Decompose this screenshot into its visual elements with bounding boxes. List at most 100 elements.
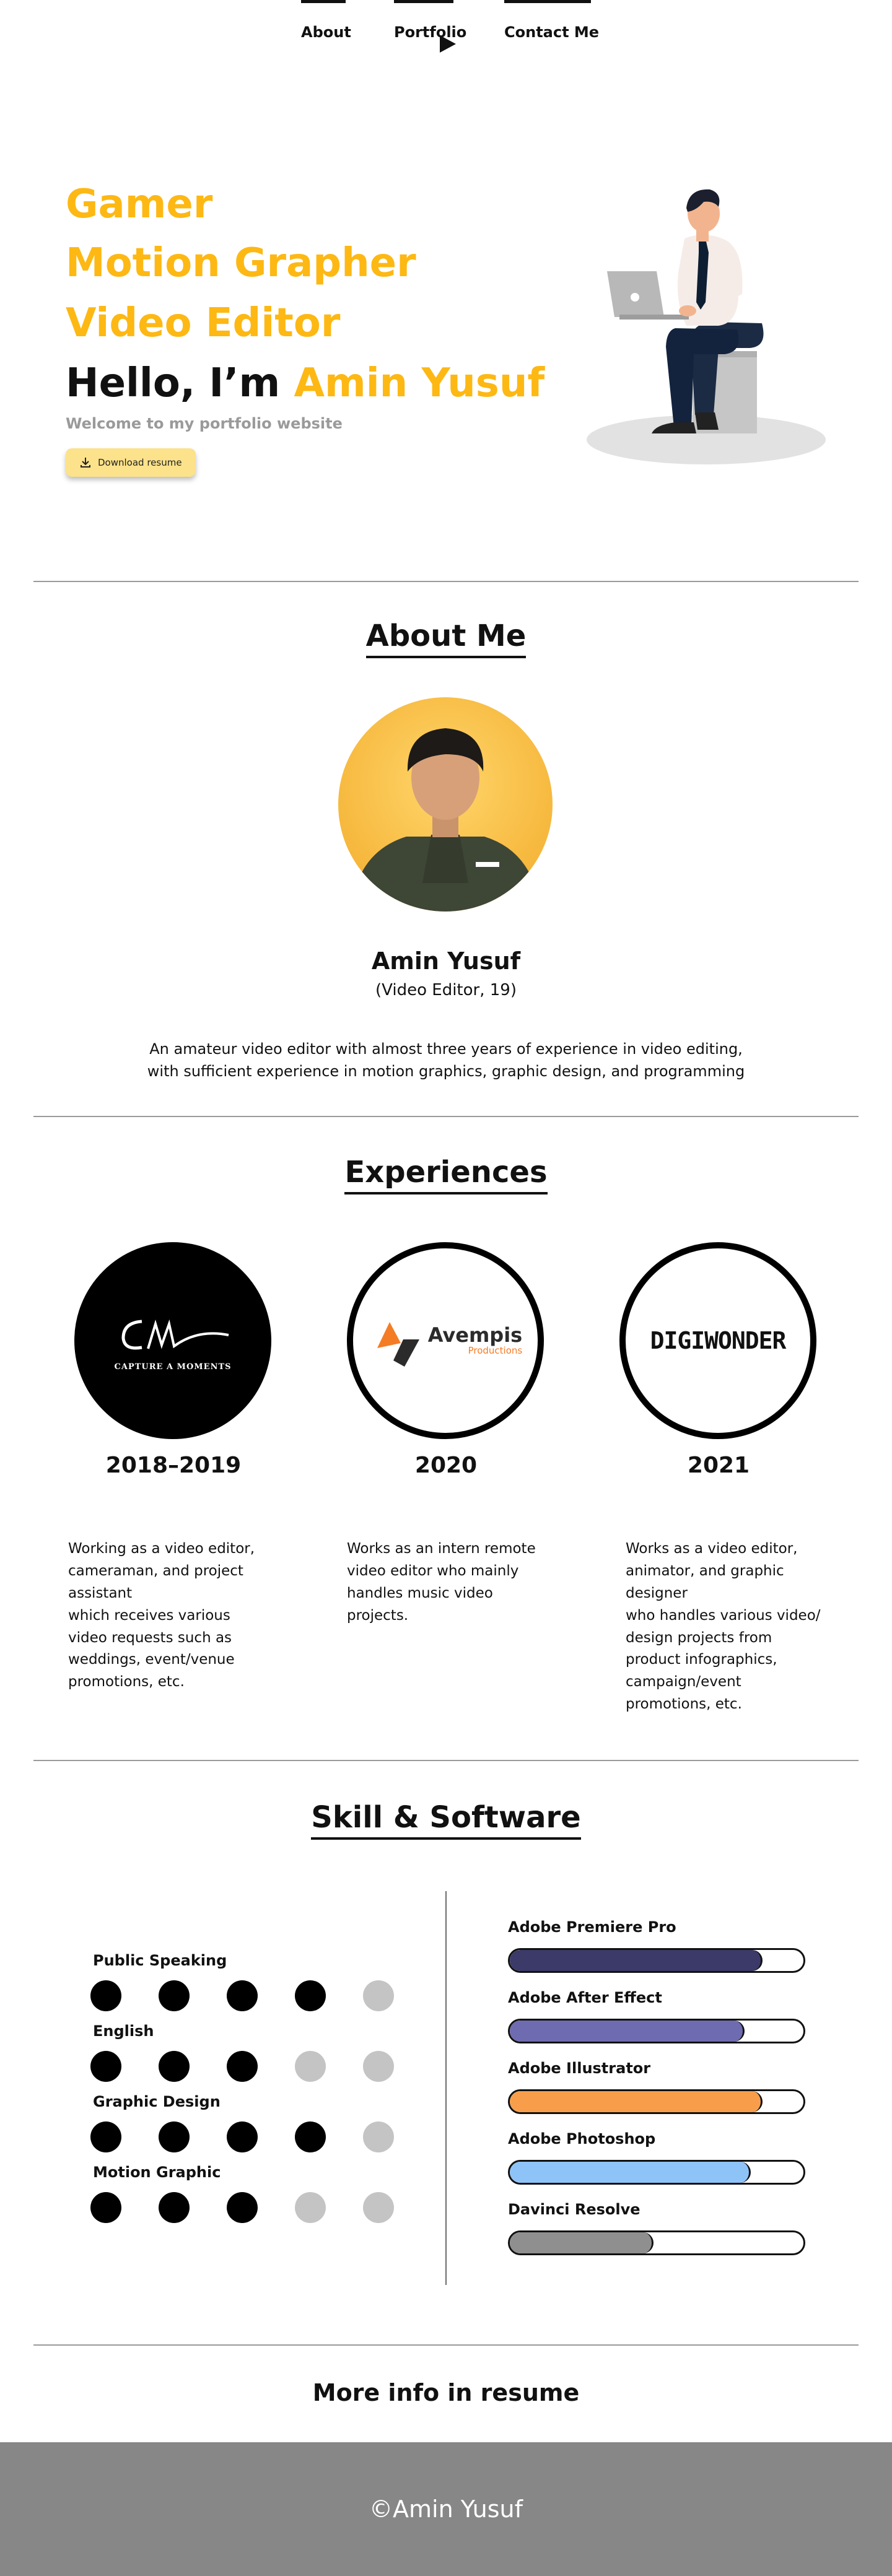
software-label: Davinci Resolve <box>508 2201 641 2218</box>
exp-desc-line: assistant <box>68 1585 133 1601</box>
rating-dot-filled <box>90 2192 121 2223</box>
download-resume-label: Download resume <box>98 457 182 468</box>
rating-dot-filled <box>227 1980 258 2011</box>
section-divider <box>33 581 859 582</box>
play-cursor-icon <box>440 35 456 53</box>
exp-desc-line: Working as a video editor, <box>68 1541 255 1557</box>
profile-photo <box>338 697 553 912</box>
rating-dot-filled <box>159 2192 190 2223</box>
exp-desc-line: promotions, etc. <box>626 1696 742 1713</box>
capture-logo-text: CAPTURE A MOMENTS <box>114 1362 232 1372</box>
rating-dot-empty <box>363 1980 394 2011</box>
experiences-title-text: Experiences <box>344 1155 548 1195</box>
top-nav: About Portfolio Contact Me <box>0 0 892 56</box>
rating-dot-filled <box>90 2121 121 2152</box>
hero-name: Amin Yusuf <box>294 360 545 406</box>
avempis-logo: Avempis Productions <box>347 1242 544 1439</box>
exp-desc-line: animator, and graphic <box>626 1562 784 1579</box>
section-divider <box>33 1116 859 1117</box>
rating-dot-empty <box>363 2121 394 2152</box>
avempis-logo-content: Avempis Productions <box>369 1311 522 1370</box>
section-divider <box>33 2344 859 2346</box>
footer-copyright: ©Amin Yusuf <box>369 2496 523 2523</box>
rating-dot-filled <box>159 1980 190 2011</box>
software-progress-fill <box>510 2232 654 2253</box>
hero-role-video: Video Editor <box>66 300 341 346</box>
capture-logo-content: CAPTURE A MOMENTS <box>105 1310 241 1372</box>
rating-dot-filled <box>159 2051 190 2082</box>
skills-title-text: Skill & Software <box>311 1800 581 1840</box>
nav-contact-label: Contact Me <box>504 24 600 41</box>
hero-role-gamer: Gamer <box>66 181 213 227</box>
software-label: Adobe Illustrator <box>508 2060 651 2077</box>
software-progress-fill <box>510 1950 763 1971</box>
experience-year: 2018–2019 <box>105 1453 242 1478</box>
software-progress-fill <box>510 2162 751 2183</box>
rating-dot-empty <box>363 2051 394 2082</box>
software-progress-bar <box>508 2230 805 2255</box>
nav-indicator <box>301 0 346 3</box>
exp-desc-line: weddings, event/venue <box>68 1651 235 1668</box>
cm-signature-icon <box>121 1319 229 1349</box>
avempis-mark-icon <box>377 1322 419 1367</box>
exp-desc-line: video requests such as <box>68 1629 232 1646</box>
exp-desc-line: which receives various <box>68 1607 230 1624</box>
software-label: Adobe Photoshop <box>508 2130 656 2147</box>
skill-rating <box>90 2051 394 2082</box>
rating-dot-filled <box>227 2121 258 2152</box>
nav-indicator <box>394 0 453 3</box>
exp-desc-line: who handles various video/ <box>626 1607 821 1624</box>
avempis-logo-text-group: Avempis Productions <box>428 1325 522 1356</box>
capture-a-moments-logo: CAPTURE A MOMENTS <box>74 1242 271 1439</box>
skill-label: Motion Graphic <box>93 2164 221 2181</box>
about-title-text: About Me <box>365 619 527 659</box>
rating-dot-empty <box>295 2192 326 2223</box>
hero-role-motion: Motion Grapher <box>66 240 416 286</box>
skill-rating <box>90 1980 394 2011</box>
exp-desc-line: campaign/event <box>626 1674 741 1690</box>
more-info-text: More info in resume <box>312 2379 580 2406</box>
download-resume-button[interactable]: Download resume <box>66 448 196 477</box>
experiences-title: Experiences <box>0 1155 892 1195</box>
rating-dot-filled <box>227 2192 258 2223</box>
nav-about[interactable]: About <box>301 0 351 43</box>
skills-divider <box>445 1891 447 2285</box>
skills-title: Skill & Software <box>0 1800 892 1840</box>
about-desc-line: An amateur video editor with almost thre… <box>149 1040 743 1058</box>
rating-dot-empty <box>295 2051 326 2082</box>
digiwonder-logo: DIGIWONDER <box>619 1242 816 1439</box>
download-icon <box>81 458 90 468</box>
experience-year: 2021 <box>687 1453 750 1478</box>
skill-label: English <box>93 2022 154 2040</box>
skill-label: Public Speaking <box>93 1952 227 1969</box>
rating-dot-filled <box>159 2121 190 2152</box>
nav-contact[interactable]: Contact Me <box>504 0 600 43</box>
experience-description: Works as an intern remote video editor w… <box>347 1538 558 1627</box>
exp-desc-line: projects. <box>347 1607 409 1624</box>
skill-rating <box>90 2121 394 2152</box>
exp-desc-line: designer <box>626 1585 688 1601</box>
exp-desc-line: Works as a video editor, <box>626 1541 798 1557</box>
skill-label: Graphic Design <box>93 2093 221 2110</box>
about-desc-line: with sufficient experience in motion gra… <box>147 1063 745 1080</box>
software-progress-bar <box>508 2160 805 2185</box>
exp-desc-line: promotions, etc. <box>68 1674 185 1690</box>
about-subtitle: (Video Editor, 19) <box>375 981 517 999</box>
hero-greeting-text: Hello, I’m <box>66 360 294 406</box>
man-with-laptop-illustration <box>587 189 826 464</box>
exp-desc-line: design projects from <box>626 1629 772 1646</box>
nav-about-label: About <box>301 24 351 41</box>
nav-indicator <box>504 0 591 3</box>
hero-welcome: Welcome to my portfolio website <box>66 415 343 432</box>
software-label: Adobe Premiere Pro <box>508 1918 676 1936</box>
about-name: Amin Yusuf <box>371 947 521 975</box>
digiwonder-logo-text: DIGIWONDER <box>650 1327 787 1354</box>
exp-desc-line: handles music video <box>347 1585 493 1601</box>
skill-rating <box>90 2192 394 2223</box>
rating-dot-empty <box>363 2192 394 2223</box>
person-portrait-icon <box>351 728 540 912</box>
software-progress-fill <box>510 2021 745 2042</box>
exp-desc-line: video editor who mainly <box>347 1562 519 1579</box>
about-description: An amateur video editor with almost thre… <box>0 1038 892 1082</box>
rating-dot-filled <box>295 2121 326 2152</box>
